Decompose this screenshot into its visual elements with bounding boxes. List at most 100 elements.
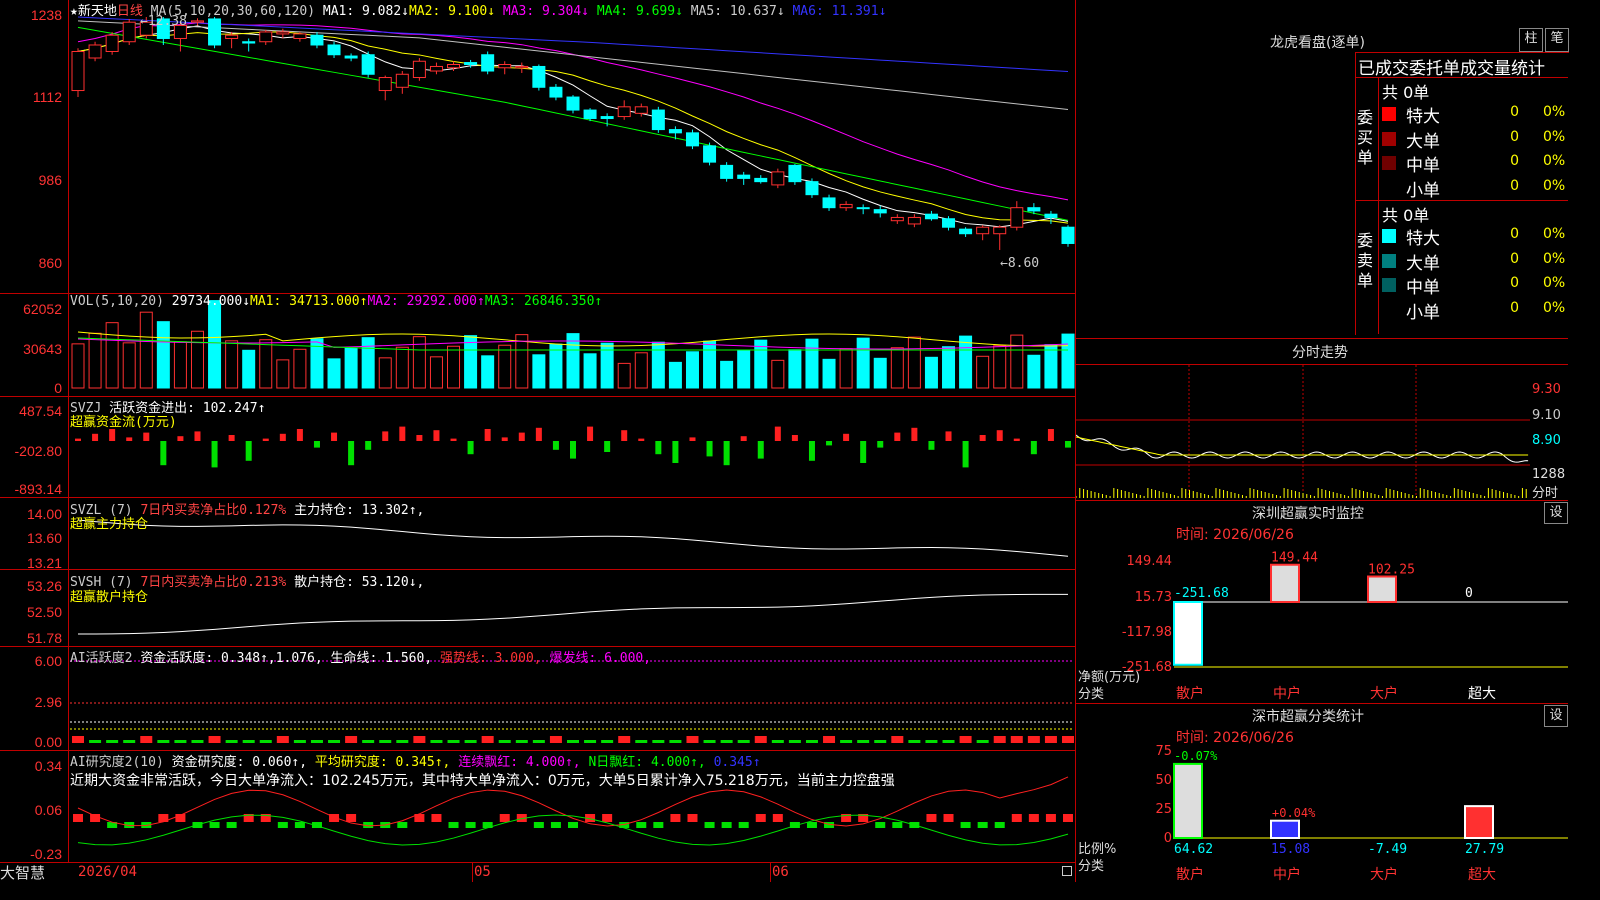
activity-bar	[1044, 736, 1057, 743]
fund-flow-bar	[791, 435, 798, 441]
svzl-hold: 主力持仓: 13.302↑,	[294, 503, 425, 518]
ai2-b: 平均研究度: 0.345↑,	[314, 755, 451, 770]
candle-body	[361, 54, 375, 75]
research-bar	[209, 822, 220, 828]
candle-body	[634, 106, 648, 114]
fund-flow-bar	[843, 433, 850, 441]
tick-mode-button[interactable]: 笔	[1545, 28, 1569, 52]
price-ytick: 1238	[30, 7, 62, 23]
activity-bar	[242, 740, 255, 743]
activity-bar	[328, 740, 341, 743]
bar-mode-button[interactable]: 柱	[1519, 28, 1543, 52]
candle-body	[668, 129, 682, 134]
fund-flow-bar	[143, 432, 150, 441]
volume-bar	[190, 330, 204, 389]
research-bar	[465, 822, 476, 828]
stats-col-divider	[1378, 77, 1379, 334]
activity-bar	[720, 740, 733, 743]
volume-bar	[1027, 354, 1041, 389]
ai1-b: 生命线: 1.560,	[330, 651, 433, 666]
buy-row-name: 小单	[1406, 180, 1440, 201]
lhb-title: 龙虎看盘(逐单)	[1270, 35, 1365, 51]
low-price-label: ←8.60	[1000, 256, 1040, 271]
activity-bar	[788, 740, 801, 743]
volume-bar	[583, 353, 597, 389]
fund-flow-bar	[313, 441, 320, 448]
activity-bar	[908, 740, 921, 743]
classify-bar	[1270, 819, 1300, 839]
lock-icon[interactable]	[1062, 866, 1072, 876]
volume-bar	[685, 351, 699, 389]
vol-ma3: MA3: 26846.350↑	[484, 294, 603, 309]
ai1-ytick: 2.96	[34, 694, 62, 710]
stats-divider-mid	[1355, 200, 1568, 201]
ma6-value: MA6: 11.391↓	[792, 4, 887, 19]
activity-bar	[362, 740, 375, 743]
volume-bar	[1044, 344, 1058, 389]
volume-bar	[105, 322, 119, 389]
candle-body	[651, 109, 665, 131]
fs-price: 9.10	[1532, 408, 1561, 423]
stock-name[interactable]: ★新天地	[70, 4, 117, 19]
fs-price: 8.90	[1532, 433, 1561, 448]
vol-ytick: 30643	[23, 341, 62, 357]
monitor-value: 0	[1465, 586, 1473, 601]
monitor-settings-button[interactable]: 设	[1544, 502, 1568, 524]
volume-bar	[754, 339, 768, 389]
volume-bar	[822, 358, 836, 389]
fund-flow-bar	[774, 426, 781, 441]
volume-bar	[327, 358, 341, 389]
chart-canvas[interactable]	[0, 0, 1075, 882]
fund-flow-bar	[382, 431, 389, 441]
candle-body	[976, 226, 990, 235]
candle-body	[805, 181, 819, 196]
svzl-subtitle: 超赢主力持仓	[70, 517, 149, 532]
candle-body	[190, 20, 204, 23]
main-holding-line	[77, 519, 1069, 557]
research-bar	[431, 814, 442, 822]
volume-bar	[378, 357, 392, 389]
fs-price: 9.30	[1532, 382, 1561, 397]
fund-flow-bar	[552, 441, 559, 450]
research-bar	[960, 822, 971, 828]
fund-flow-bar	[177, 436, 184, 441]
candle-body	[942, 218, 956, 228]
activity-bar	[1027, 736, 1040, 743]
date-label-june: 06	[772, 864, 789, 880]
period-label[interactable]: 日线	[117, 4, 143, 19]
fund-flow-bar	[1030, 441, 1037, 455]
vol-label: VOL(5,10,20)	[70, 294, 164, 309]
high-price-label: ←12.38	[140, 14, 187, 29]
candle-body	[566, 96, 580, 111]
candle-body	[959, 228, 973, 235]
mon-title: 深圳超赢实时监控	[1252, 506, 1364, 522]
candle-body	[822, 197, 836, 209]
vol-ma2: MA2: 29292.000↑	[367, 294, 485, 309]
activity-bar	[959, 736, 972, 743]
fund-flow-bar	[723, 441, 730, 466]
research-bar	[943, 814, 954, 822]
ai2-panel-title: AI研究度2(10) 资金研究度: 0.060↑, 平均研究度: 0.345↑,…	[70, 751, 761, 770]
fund-flow-bar	[109, 429, 116, 441]
vol-panel-title: VOL(5,10,20) 29734.000↓MA1: 34713.000↑MA…	[70, 294, 602, 309]
fund-flow-bar	[160, 441, 167, 466]
fund-flow-bar	[962, 441, 969, 468]
research-bar	[448, 822, 459, 828]
research-bar	[499, 814, 510, 822]
activity-bar	[549, 736, 562, 743]
fund-flow-bar	[262, 438, 269, 441]
volume-bar	[856, 337, 870, 389]
ma2-value: MA2: 9.100↓	[408, 4, 496, 19]
price-ytick: 986	[38, 172, 62, 188]
sell-row-value: 0	[1510, 250, 1519, 267]
activity-bar	[840, 740, 853, 743]
candle-body	[447, 64, 461, 69]
intraday-chart[interactable]	[1076, 365, 1530, 498]
buy-total: 共 0单	[1382, 83, 1430, 102]
activity-bar	[703, 740, 716, 743]
research-bar	[704, 822, 715, 828]
fund-flow-bar	[826, 441, 833, 446]
classify-settings-button[interactable]: 设	[1544, 705, 1568, 727]
activity-bar	[447, 740, 460, 743]
research-bar	[892, 822, 903, 828]
